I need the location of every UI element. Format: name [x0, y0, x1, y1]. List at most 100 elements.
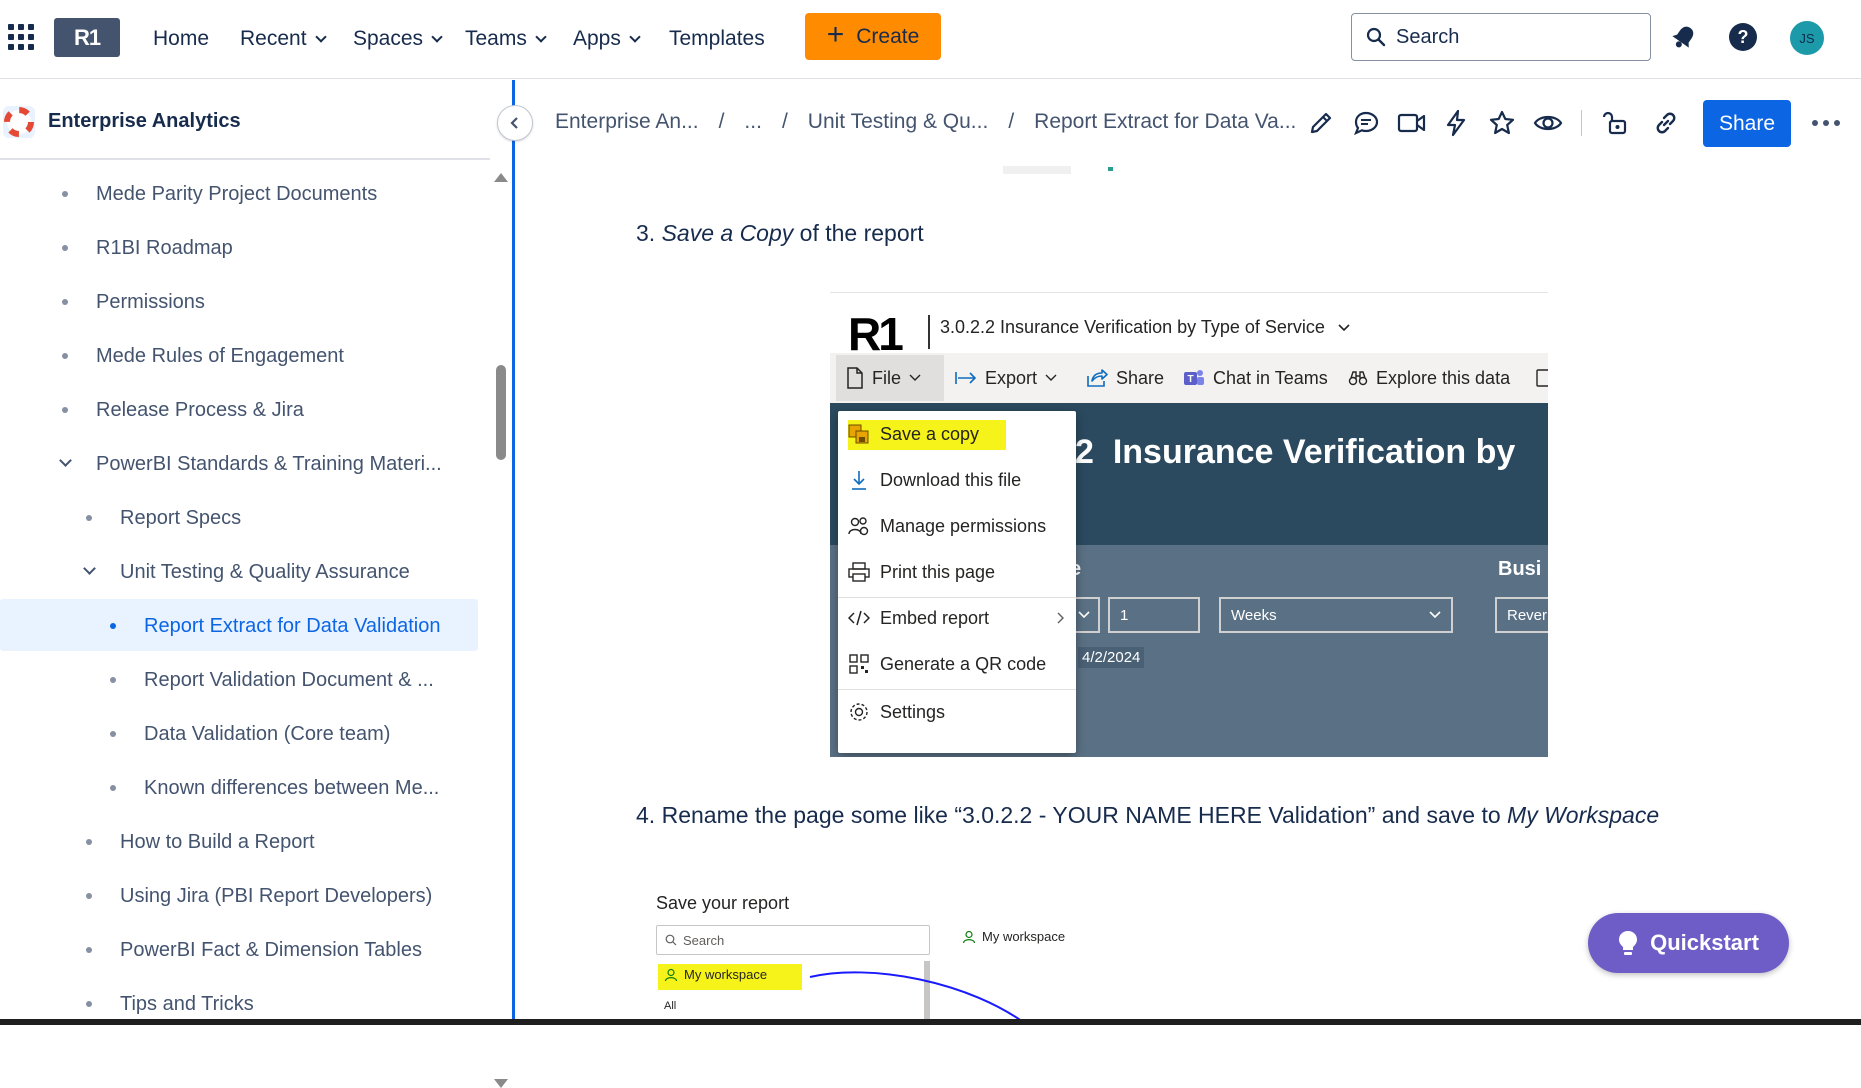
- file-menu-button[interactable]: File: [846, 353, 921, 403]
- sidebar-item-data-validation[interactable]: Data Validation (Core team): [0, 714, 480, 754]
- nav-home[interactable]: Home: [153, 22, 209, 56]
- share-report-button[interactable]: Share: [1086, 353, 1164, 403]
- sidebar-item-powerbi-standards[interactable]: PowerBI Standards & Training Materi...: [0, 444, 480, 484]
- bullet-icon: [86, 1001, 92, 1007]
- collapse-sidebar-button[interactable]: [497, 105, 533, 141]
- menu-item-download[interactable]: Download this file: [838, 457, 1076, 503]
- sidebar-item-label: Release Process & Jira: [96, 398, 304, 421]
- step-4-text: 4. Rename the page some like “3.0.2.2 - …: [636, 802, 1659, 829]
- step-number: 4.: [636, 802, 656, 828]
- nav-templates[interactable]: Templates: [669, 22, 765, 56]
- sidebar-item-permissions[interactable]: Permissions: [0, 282, 480, 322]
- explore-data-label: Explore this data: [1376, 367, 1511, 388]
- menu-item-manage-permissions[interactable]: Manage permissions: [838, 503, 1076, 549]
- breadcrumb-item[interactable]: Report Extract for Data Va...: [1034, 110, 1296, 134]
- bullet-icon: [110, 677, 116, 683]
- nav-apps[interactable]: Apps: [573, 22, 641, 56]
- sidebar-item-report-validation[interactable]: Report Validation Document & ...: [0, 660, 480, 700]
- quickstart-button[interactable]: Quickstart: [1588, 913, 1789, 973]
- business-dropdown-partial[interactable]: Rever: [1495, 597, 1548, 633]
- nav-teams[interactable]: Teams: [465, 22, 547, 56]
- search-input[interactable]: Search: [1351, 13, 1651, 61]
- comment-icon[interactable]: [1350, 107, 1382, 139]
- scroll-down-arrow[interactable]: [494, 1079, 508, 1088]
- logo-separator: [928, 315, 930, 349]
- scroll-up-arrow[interactable]: [494, 173, 508, 182]
- app-switcher-icon[interactable]: [8, 24, 34, 50]
- sidebar-scrollbar-thumb[interactable]: [496, 365, 506, 460]
- business-label-partial: Busi: [1498, 558, 1542, 580]
- sidebar-item-release-process[interactable]: Release Process & Jira: [0, 390, 480, 430]
- star-icon[interactable]: [1486, 107, 1518, 139]
- bullet-icon: [86, 515, 92, 521]
- number-input[interactable]: 1: [1108, 597, 1200, 633]
- lightning-icon[interactable]: [1440, 107, 1472, 139]
- sidebar-item-mede-parity[interactable]: Mede Parity Project Documents: [0, 174, 480, 214]
- breadcrumb-separator: /: [1008, 110, 1015, 133]
- create-button[interactable]: + Create: [805, 13, 941, 60]
- step-3-text: 3. Save a Copy of the report: [636, 220, 924, 247]
- breadcrumb-item[interactable]: ...: [744, 110, 762, 134]
- menu-item-save-copy[interactable]: Save a copy: [838, 411, 1076, 457]
- explore-data-button[interactable]: Explore this data: [1348, 353, 1510, 403]
- unlock-icon[interactable]: [1600, 107, 1632, 139]
- menu-item-print[interactable]: Print this page: [838, 549, 1076, 595]
- sidebar-item-rules-of-engagement[interactable]: Mede Rules of Engagement: [0, 336, 480, 376]
- menu-item-qr-code[interactable]: Generate a QR code: [838, 641, 1076, 687]
- sidebar-item-report-specs[interactable]: Report Specs: [0, 498, 480, 538]
- sidebar-item-r1bi-roadmap[interactable]: R1BI Roadmap: [0, 228, 480, 268]
- period-dropdown[interactable]: Weeks: [1219, 597, 1453, 633]
- share-icon: [1087, 369, 1108, 387]
- people-icon: [848, 515, 870, 537]
- sidebar-item-label: Using Jira (PBI Report Developers): [120, 884, 433, 907]
- toolbar-divider: [1581, 110, 1582, 136]
- sidebar-item-known-differences[interactable]: Known differences between Me...: [0, 768, 480, 808]
- more-toolbar-icon[interactable]: [1536, 353, 1548, 403]
- download-icon: [848, 469, 870, 491]
- share-button[interactable]: Share: [1703, 100, 1791, 147]
- chevron-left-icon: [510, 117, 518, 129]
- sidebar-item-label: Permissions: [96, 290, 205, 313]
- bullet-icon: [62, 245, 68, 251]
- menu-item-settings[interactable]: Settings: [838, 689, 1076, 735]
- sidebar-item-label: Known differences between Me...: [144, 776, 440, 799]
- step-3-rest: of the report: [793, 220, 924, 246]
- file-dropdown-menu: Save a copy Download this file Manage pe…: [838, 411, 1076, 753]
- sidebar-item-label: PowerBI Standards & Training Materi...: [96, 452, 442, 475]
- sidebar-item-using-jira[interactable]: Using Jira (PBI Report Developers): [0, 876, 480, 916]
- report-title-label: 3.0.2.2 Insurance Verification by Type o…: [940, 317, 1325, 337]
- edit-icon[interactable]: [1305, 107, 1337, 139]
- more-actions-icon[interactable]: [1812, 120, 1840, 126]
- top-navigation-bar: R1 Home Recent Spaces Teams Apps Templat…: [0, 0, 1861, 79]
- chevron-down-icon: [1429, 611, 1441, 619]
- sidebar-item-unit-testing[interactable]: Unit Testing & Quality Assurance: [0, 552, 480, 592]
- gear-icon: [848, 701, 870, 723]
- space-title: Enterprise Analytics: [48, 110, 241, 132]
- menu-item-label: Save a copy: [880, 423, 980, 444]
- link-icon[interactable]: [1650, 107, 1682, 139]
- sidebar-item-tips-tricks[interactable]: Tips and Tricks: [0, 984, 480, 1024]
- sidebar-item-build-report[interactable]: How to Build a Report: [0, 822, 480, 862]
- breadcrumb-item[interactable]: Enterprise An...: [555, 110, 699, 134]
- sidebar-resize-handle[interactable]: [512, 80, 515, 1025]
- menu-item-embed[interactable]: Embed report: [838, 595, 1076, 641]
- site-logo[interactable]: R1: [54, 18, 120, 57]
- sidebar-item-fact-dimension[interactable]: PowerBI Fact & Dimension Tables: [0, 930, 480, 970]
- breadcrumb-item[interactable]: Unit Testing & Qu...: [808, 110, 989, 134]
- nav-spaces[interactable]: Spaces: [353, 22, 443, 56]
- avatar[interactable]: JS: [1790, 21, 1824, 55]
- notifications-icon[interactable]: [1669, 22, 1699, 52]
- chat-in-teams-button[interactable]: T Chat in Teams: [1183, 353, 1328, 403]
- video-icon[interactable]: [1395, 107, 1427, 139]
- chevron-down-icon[interactable]: [59, 454, 72, 467]
- bullet-icon: [62, 299, 68, 305]
- chevron-down-icon: [1338, 323, 1350, 331]
- sidebar: Enterprise Analytics Mede Parity Project…: [0, 80, 513, 1088]
- help-icon[interactable]: ?: [1728, 22, 1758, 52]
- space-header[interactable]: Enterprise Analytics: [0, 80, 490, 160]
- nav-recent[interactable]: Recent: [240, 22, 327, 56]
- sidebar-item-report-extract[interactable]: Report Extract for Data Validation: [0, 606, 480, 646]
- watch-eye-icon[interactable]: [1532, 107, 1564, 139]
- chevron-down-icon[interactable]: [83, 562, 96, 575]
- export-button[interactable]: Export: [955, 353, 1057, 403]
